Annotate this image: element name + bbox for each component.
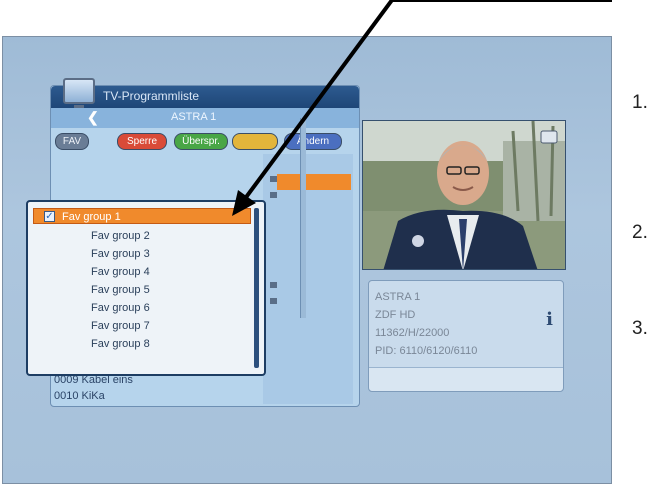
channel-info-box: ASTRA 1 ZDF HD 11362/H/22000 PID: 6110/6…: [368, 280, 564, 392]
list-scrollbar[interactable]: [300, 118, 306, 318]
chevron-left-icon[interactable]: ❮: [87, 109, 99, 126]
step-number: 3.: [632, 318, 648, 339]
marker-icon: [270, 192, 277, 198]
fav-group-item[interactable]: Fav group 5: [33, 282, 251, 298]
selected-channel-highlight[interactable]: [277, 174, 351, 190]
info-pid: PID: 6110/6120/6110: [375, 345, 478, 357]
info-footer: [369, 367, 563, 391]
channel-column: [263, 154, 353, 404]
fav-group-popup: ✓ Fav group 1 Fav group 2 Fav group 3 Fa…: [26, 200, 266, 376]
list-item[interactable]: 0010 KiKa: [54, 390, 105, 402]
fav-group-item[interactable]: ✓ Fav group 1: [33, 208, 251, 224]
info-satellite: ASTRA 1: [375, 291, 421, 303]
fav-group-item[interactable]: Fav group 6: [33, 300, 251, 316]
info-channel: ZDF HD: [375, 309, 416, 321]
fav-group-item[interactable]: Fav group 4: [33, 264, 251, 280]
popup-scrollbar[interactable]: [254, 208, 259, 368]
step-number: 1.: [632, 92, 648, 113]
info-transponder: 11362/H/22000: [375, 327, 450, 339]
tv-icon: [63, 78, 95, 109]
info-icon[interactable]: i: [546, 309, 553, 330]
move-button[interactable]: [232, 133, 278, 150]
satellite-selector[interactable]: ❮ ASTRA 1: [51, 108, 359, 128]
title-bar: TV-Programmliste: [51, 78, 359, 109]
preview-image: [363, 121, 565, 269]
marker-icon: [270, 176, 277, 182]
step-number: 2.: [632, 222, 648, 243]
video-preview: [362, 120, 566, 270]
satellite-name: ASTRA 1: [171, 111, 217, 123]
marker-icon: [270, 298, 277, 304]
fav-group-item[interactable]: Fav group 3: [33, 246, 251, 262]
skip-button[interactable]: Überspr.: [174, 133, 228, 150]
marker-icon: [270, 282, 277, 288]
lock-button[interactable]: Sperre: [117, 133, 167, 150]
fav-group-item[interactable]: Fav group 2: [33, 228, 251, 244]
window-title: TV-Programmliste: [103, 89, 200, 103]
fav-group-item[interactable]: Fav group 8: [33, 336, 251, 352]
check-icon: ✓: [44, 211, 55, 222]
edit-button[interactable]: Ändern: [284, 133, 342, 150]
fav-button[interactable]: FAV: [55, 133, 89, 150]
top-caption: [0, 0, 200, 22]
fav-group-item[interactable]: Fav group 7: [33, 318, 251, 334]
